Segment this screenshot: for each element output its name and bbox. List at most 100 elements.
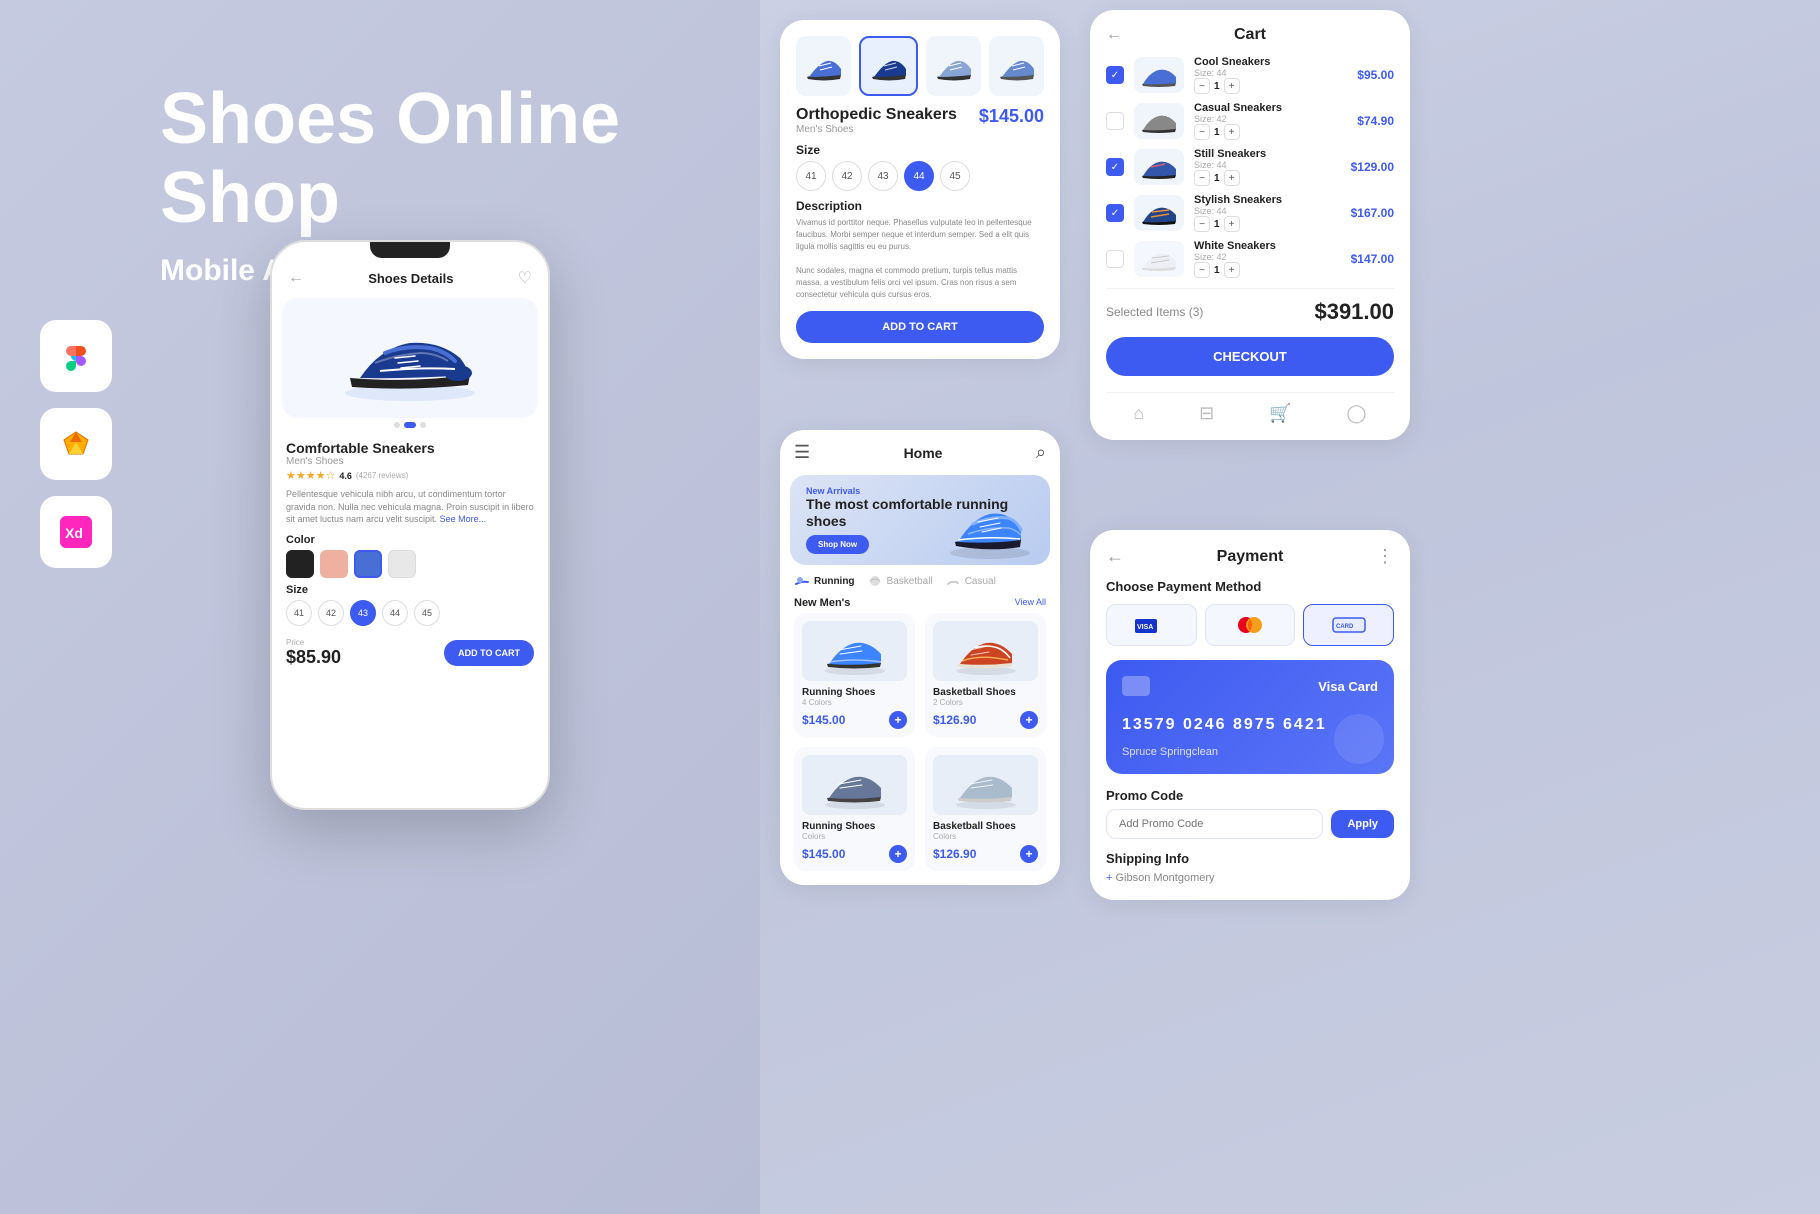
bookmark-nav-icon[interactable]: ⊟ xyxy=(1199,403,1214,424)
color-pink[interactable] xyxy=(320,550,348,578)
cat-running[interactable]: Running xyxy=(794,575,855,587)
product-tile-basketball[interactable]: Basketball Shoes 2 Colors $126.90 + xyxy=(925,613,1046,737)
product-name: Orthopedic Sneakers xyxy=(796,106,957,124)
see-more-link[interactable]: See More... xyxy=(440,514,487,524)
cart-item-2-price: $74.90 xyxy=(1357,114,1394,128)
add-to-cart-btn[interactable]: ADD TO CART xyxy=(796,311,1044,343)
cat-casual[interactable]: Casual xyxy=(945,575,996,587)
color-black[interactable] xyxy=(286,550,314,578)
cart-item-1-name: Cool Sneakers xyxy=(1194,56,1347,68)
payment-method-2[interactable] xyxy=(1205,604,1296,646)
product-grid: Running Shoes 4 Colors $145.00 + xyxy=(780,613,1060,871)
visa-watermark xyxy=(1334,714,1384,764)
new-mens-header: New Men's View All xyxy=(780,597,1060,613)
cart-back-icon[interactable]: ← xyxy=(1106,26,1122,44)
payment-back-icon[interactable]: ← xyxy=(1106,546,1124,567)
promo-section: Promo Code Apply xyxy=(1106,788,1394,839)
qty-minus-4[interactable]: − xyxy=(1194,216,1210,232)
add-running-shoe-2-btn[interactable]: + xyxy=(889,845,907,863)
cart-header: ← Cart xyxy=(1106,26,1394,44)
running-shoe-2-colors: Colors xyxy=(802,832,907,841)
qty-minus-3[interactable]: − xyxy=(1194,170,1210,186)
cart-check-5[interactable] xyxy=(1106,250,1124,268)
thumb-4[interactable] xyxy=(989,36,1044,96)
pd-size-42[interactable]: 42 xyxy=(832,161,862,191)
cart-nav-icon[interactable]: 🛒 xyxy=(1269,403,1291,424)
qty-val-3: 1 xyxy=(1214,173,1220,184)
dot-2 xyxy=(404,422,416,428)
hero-banner[interactable]: New Arrivals The most comfortable runnin… xyxy=(790,475,1050,565)
product-sizes: 41 42 43 44 45 xyxy=(796,161,1044,191)
payment-method-label: Choose Payment Method xyxy=(1106,579,1394,594)
add-basketball-shoe-btn[interactable]: + xyxy=(1020,711,1038,729)
svg-text:VISA: VISA xyxy=(1137,624,1153,631)
color-blue[interactable] xyxy=(354,550,382,578)
size-44[interactable]: 44 xyxy=(382,600,408,626)
size-42[interactable]: 42 xyxy=(318,600,344,626)
basketball-shoe-2-price: $126.90 xyxy=(933,847,976,861)
checkout-button[interactable]: CHECKOUT xyxy=(1106,337,1394,376)
size-43[interactable]: 43 xyxy=(350,600,376,626)
cart-check-3[interactable]: ✓ xyxy=(1106,158,1124,176)
add-running-shoe-btn[interactable]: + xyxy=(889,711,907,729)
cart-check-4[interactable]: ✓ xyxy=(1106,204,1124,222)
thumb-3[interactable] xyxy=(926,36,981,96)
profile-nav-icon[interactable]: ◯ xyxy=(1346,403,1366,424)
figma-icon[interactable] xyxy=(40,320,112,392)
apply-button[interactable]: Apply xyxy=(1331,810,1394,838)
cart-check-1[interactable]: ✓ xyxy=(1106,66,1124,84)
cart-item-2-info: Casual Sneakers Size: 42 − 1 + xyxy=(1194,102,1347,140)
back-arrow-icon[interactable]: ← xyxy=(288,269,304,287)
view-all-link[interactable]: View All xyxy=(1015,597,1046,609)
shop-now-button[interactable]: Shop Now xyxy=(806,535,869,554)
shipping-name: + Gibson Montgomery xyxy=(1106,872,1394,884)
payment-method-1[interactable]: VISA xyxy=(1106,604,1197,646)
pd-size-41[interactable]: 41 xyxy=(796,161,826,191)
qty-plus-4[interactable]: + xyxy=(1224,216,1240,232)
shipping-section: Shipping Info + Gibson Montgomery xyxy=(1106,851,1394,884)
cart-item-1-price: $95.00 xyxy=(1357,68,1394,82)
qty-plus-5[interactable]: + xyxy=(1224,262,1240,278)
product-tile-running-2[interactable]: Running Shoes Colors $145.00 + xyxy=(794,747,915,871)
qty-minus-5[interactable]: − xyxy=(1194,262,1210,278)
search-icon[interactable]: ⌕ xyxy=(1036,442,1046,463)
add-basketball-shoe-2-btn[interactable]: + xyxy=(1020,845,1038,863)
qty-minus-1[interactable]: − xyxy=(1194,78,1210,94)
cat-basketball[interactable]: Basketball xyxy=(867,575,933,587)
cart-item-5-name: White Sneakers xyxy=(1194,240,1341,252)
qty-plus-2[interactable]: + xyxy=(1224,124,1240,140)
add-to-cart-button[interactable]: ADD TO CART xyxy=(444,640,534,666)
promo-input-row: Apply xyxy=(1106,809,1394,839)
color-white[interactable] xyxy=(388,550,416,578)
product-tile-basketball-2[interactable]: Basketball Shoes Colors $126.90 + xyxy=(925,747,1046,871)
heart-icon[interactable]: ♡ xyxy=(518,268,532,288)
price-section: Price $85.90 xyxy=(286,638,341,668)
pd-size-45[interactable]: 45 xyxy=(940,161,970,191)
cart-item-1: ✓ Cool Sneakers Size: 44 − 1 + $95.00 xyxy=(1106,56,1394,94)
size-41[interactable]: 41 xyxy=(286,600,312,626)
menu-icon[interactable]: ☰ xyxy=(794,442,810,463)
sketch-icon[interactable] xyxy=(40,408,112,480)
dot-3 xyxy=(420,422,426,428)
product-tile-running[interactable]: Running Shoes 4 Colors $145.00 + xyxy=(794,613,915,737)
pd-size-44[interactable]: 44 xyxy=(904,161,934,191)
cart-item-4-size: Size: 44 xyxy=(1194,206,1341,216)
more-options-icon[interactable]: ⋮ xyxy=(1376,546,1394,567)
thumb-2-selected[interactable] xyxy=(859,36,918,96)
qty-minus-2[interactable]: − xyxy=(1194,124,1210,140)
cart-item-2-qty: − 1 + xyxy=(1194,124,1347,140)
cart-check-2[interactable] xyxy=(1106,112,1124,130)
pd-size-43[interactable]: 43 xyxy=(868,161,898,191)
qty-plus-1[interactable]: + xyxy=(1224,78,1240,94)
size-45[interactable]: 45 xyxy=(414,600,440,626)
payment-method-3[interactable]: CARD xyxy=(1303,604,1394,646)
promo-input[interactable] xyxy=(1106,809,1323,839)
thumb-1[interactable] xyxy=(796,36,851,96)
basketball-shoe-image xyxy=(933,621,1038,681)
stars: ★★★★☆ xyxy=(286,469,335,482)
qty-val-2: 1 xyxy=(1214,127,1220,138)
phone-frame: ← Shoes Details ♡ xyxy=(270,240,550,810)
qty-plus-3[interactable]: + xyxy=(1224,170,1240,186)
home-nav-icon[interactable]: ⌂ xyxy=(1133,403,1144,424)
xd-icon[interactable]: Xd xyxy=(40,496,112,568)
